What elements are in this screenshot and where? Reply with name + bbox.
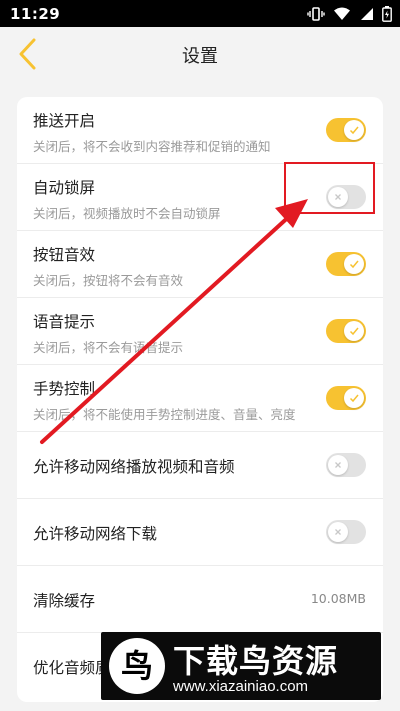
setting-title: 优化音频质 — [33, 659, 111, 677]
status-time: 11:29 — [10, 4, 61, 23]
cross-icon — [328, 522, 348, 542]
watermark-title: 下载鸟资源 — [173, 642, 339, 680]
setting-title: 语音提示 — [33, 313, 96, 331]
cache-size-value: 10.08MB — [310, 591, 366, 606]
setting-row-button-sound: 按钮音效 关闭后，按钮将不会有音效 — [17, 231, 383, 298]
setting-row-mobile-download: 允许移动网络下载 — [17, 499, 383, 566]
title-bar: 设置 — [0, 27, 400, 81]
setting-row-gesture-control: 手势控制 关闭后，将不能使用手势控制进度、音量、亮度 — [17, 365, 383, 432]
highlight-box — [284, 162, 375, 214]
watermark-logo-char: 鸟 — [120, 647, 153, 685]
setting-desc: 关闭后，按钮将不会有音效 — [33, 273, 184, 288]
watermark-logo: 鸟 — [109, 638, 165, 694]
setting-row-clear-cache[interactable]: 清除缓存 10.08MB — [17, 566, 383, 633]
setting-row-push: 推送开启 关闭后，将不会收到内容推荐和促销的通知 — [17, 97, 383, 164]
vibrate-icon — [307, 6, 325, 21]
setting-desc: 关闭后，将不会有语音提示 — [33, 340, 184, 355]
status-icons — [307, 5, 392, 22]
check-icon — [344, 388, 364, 408]
check-icon — [344, 120, 364, 140]
setting-title: 自动锁屏 — [33, 179, 96, 197]
setting-title: 手势控制 — [33, 380, 96, 398]
mobile-download-toggle[interactable] — [326, 520, 366, 544]
page-title: 设置 — [182, 46, 218, 67]
setting-row-voice-prompt: 语音提示 关闭后，将不会有语音提示 — [17, 298, 383, 365]
battery-icon — [382, 5, 392, 22]
check-icon — [344, 254, 364, 274]
voice-prompt-toggle[interactable] — [326, 319, 366, 343]
setting-title: 允许移动网络下载 — [33, 525, 158, 543]
setting-desc: 关闭后，视频播放时不会自动锁屏 — [33, 206, 221, 221]
setting-desc: 关闭后，将不能使用手势控制进度、音量、亮度 — [33, 407, 296, 422]
push-toggle[interactable] — [326, 118, 366, 142]
setting-desc: 关闭后，将不会收到内容推荐和促销的通知 — [33, 139, 271, 154]
mobile-playback-toggle[interactable] — [326, 453, 366, 477]
setting-row-mobile-playback: 允许移动网络播放视频和音频 — [17, 432, 383, 499]
watermark: 鸟 下载鸟资源 www.xiazainiao.com — [101, 632, 381, 700]
status-bar: 11:29 — [0, 0, 400, 27]
gesture-control-toggle[interactable] — [326, 386, 366, 410]
setting-title: 按钮音效 — [33, 246, 96, 264]
check-icon — [344, 321, 364, 341]
watermark-url: www.xiazainiao.com — [173, 678, 309, 695]
button-sound-toggle[interactable] — [326, 252, 366, 276]
setting-title: 允许移动网络播放视频和音频 — [33, 458, 235, 476]
wifi-icon — [333, 7, 351, 21]
signal-icon — [359, 7, 374, 21]
setting-title: 清除缓存 — [33, 592, 96, 610]
setting-title: 推送开启 — [33, 112, 96, 130]
cross-icon — [328, 455, 348, 475]
